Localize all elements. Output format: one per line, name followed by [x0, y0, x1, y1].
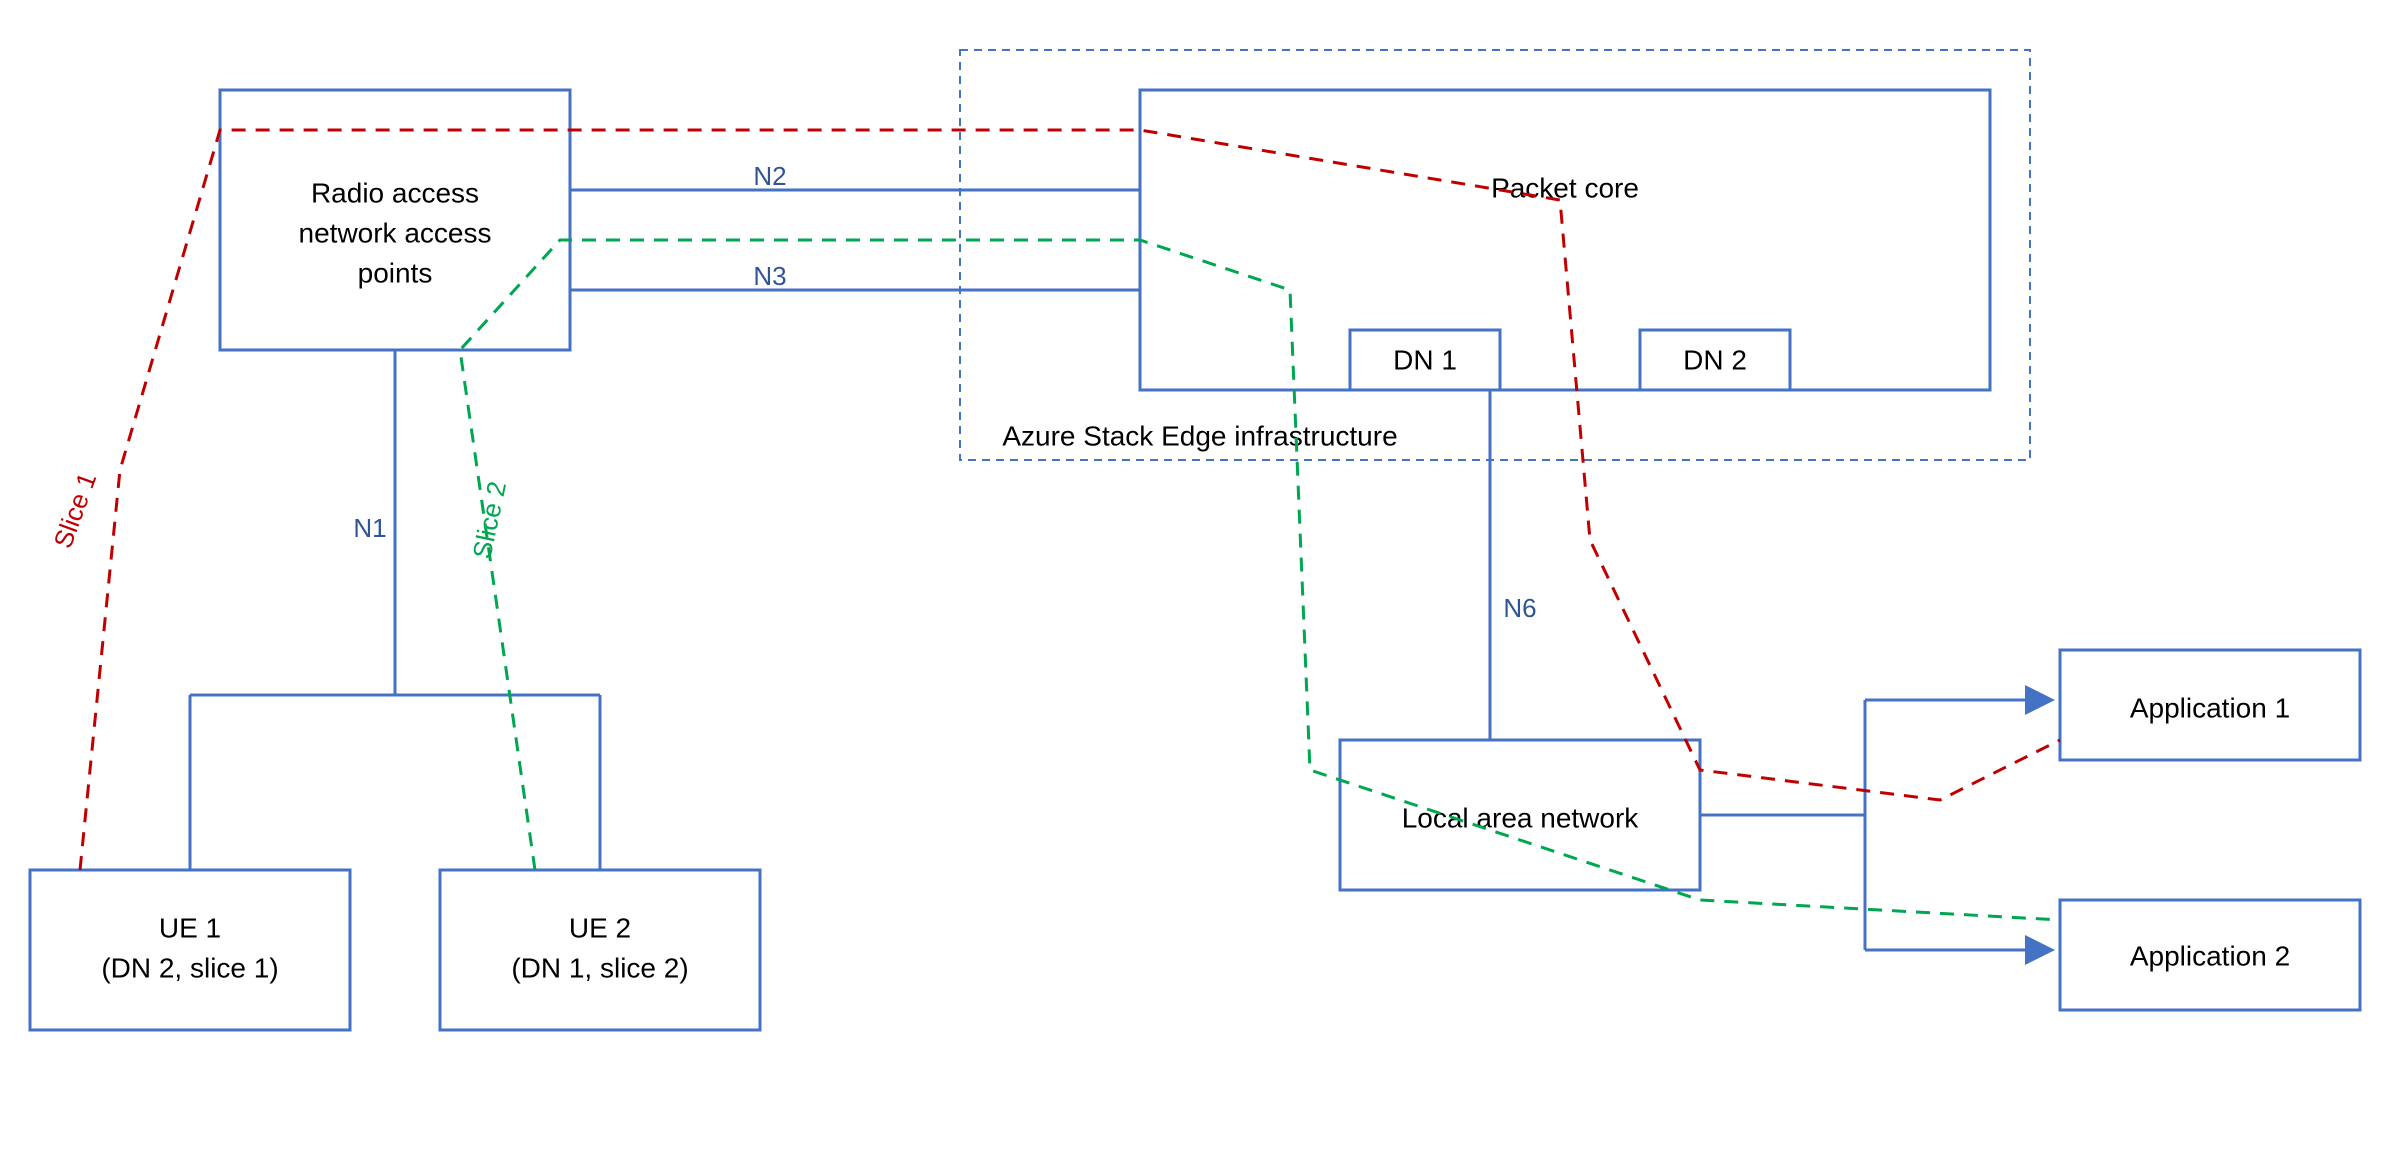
dn1-label: DN 1 — [1393, 344, 1457, 375]
n3-label: N3 — [753, 261, 786, 291]
ue1-label-1: UE 1 — [159, 912, 221, 943]
ase-label: Azure Stack Edge infrastructure — [1002, 420, 1397, 451]
ran-label-2: network access — [299, 217, 492, 248]
ran-label-3: points — [358, 257, 433, 288]
n2-label: N2 — [753, 161, 786, 191]
slice2-label: Slice 2 — [467, 479, 513, 562]
ue2-label-1: UE 2 — [569, 912, 631, 943]
ue2-label-2: (DN 1, slice 2) — [511, 952, 688, 983]
ue2-box — [440, 870, 760, 1030]
dn2-label: DN 2 — [1683, 344, 1747, 375]
packet-core-label: Packet core — [1491, 172, 1639, 203]
ue1-label-2: (DN 2, slice 1) — [101, 952, 278, 983]
network-diagram: Azure Stack Edge infrastructure Packet c… — [0, 0, 2408, 1154]
app1-label: Application 1 — [2130, 692, 2290, 723]
n6-label: N6 — [1503, 593, 1536, 623]
ran-label-1: Radio access — [311, 177, 479, 208]
ue1-box — [30, 870, 350, 1030]
slice1-label: Slice 1 — [47, 468, 102, 552]
n1-label: N1 — [353, 513, 386, 543]
lan-label: Local area network — [1402, 802, 1640, 833]
app2-label: Application 2 — [2130, 940, 2290, 971]
